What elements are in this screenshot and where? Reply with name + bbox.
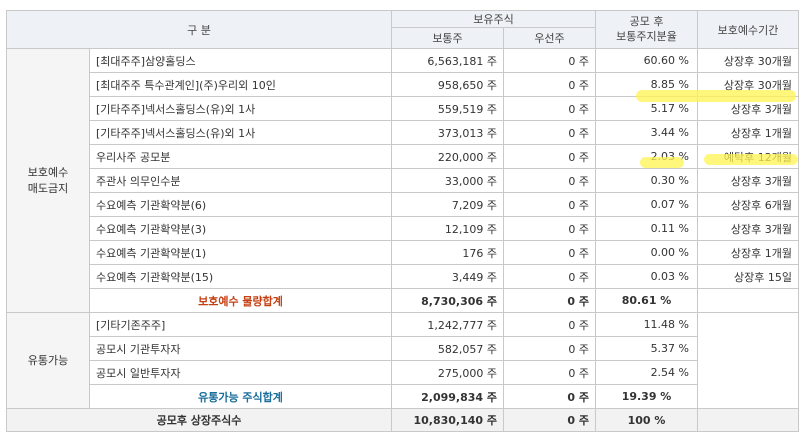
grand-total-pref: 0 주	[502, 408, 597, 432]
row-common: 7,209 주	[391, 192, 504, 217]
group-locked: 보호예수 매도금지	[6, 48, 90, 313]
table-row: [기타주주]넥서스홀딩스(유)외 1사 373,013 주0 주 3.44 % 상장후…	[7, 120, 800, 145]
locked-total-row: 보호예수 물량합계 8,730,306 주0 주 80.61 %	[7, 288, 800, 313]
row-common: 3,449 주	[391, 264, 504, 289]
table-row: 보호예수 매도금지 [최대주주]삼양홀딩스 6,563,181 주0 주 60.60 …	[6, 48, 800, 313]
row-common: 33,000 주	[391, 168, 504, 193]
row-common: 958,650 주	[391, 72, 504, 97]
lockup-table: 구 분 보유주식 공모 후 보통주지분율 보호예수기간 보통주 우선주 보호예수…	[6, 10, 800, 432]
header-preferred: 우선주	[502, 27, 597, 49]
row-pref: 0 주	[502, 264, 597, 289]
row-ratio: 11.48 %	[595, 312, 699, 337]
row-common: 373,013 주	[391, 120, 504, 145]
row-common: 220,000 주	[391, 144, 504, 169]
row-pref: 0 주	[502, 336, 597, 361]
highlight-mark	[704, 154, 798, 165]
locked-total-common: 8,730,306 주	[391, 288, 504, 313]
table-row: 공모시 기관투자자 582,057 주0 주 5.37 %	[7, 336, 799, 361]
row-pref: 0 주	[502, 120, 597, 145]
table-row: 수요예측 기관확약분(15) 3,449 주0 주 0.03 % 상장후 15일	[7, 264, 800, 289]
row-common: 12,109 주	[391, 216, 504, 241]
table-row: 유통가능 [기타기존주주] 1,242,777 주0 주 11.48 %	[6, 312, 800, 409]
row-label: 수요예측 기관확약분(3)	[89, 216, 392, 241]
header-ratio: 공모 후 보통주지분율	[595, 10, 699, 49]
tradable-total-common: 2,099,834 주	[391, 384, 504, 409]
row-pref: 0 주	[502, 240, 597, 265]
row-pref: 0 주	[502, 312, 597, 337]
row-pref: 0 주	[502, 48, 597, 73]
tradable-total-row: 유통가능 주식합계 2,099,834 주0 주 19.39 %	[7, 384, 799, 409]
row-common: 1,242,777 주	[391, 312, 504, 337]
highlight-mark	[640, 157, 684, 168]
row-pref: 0 주	[502, 72, 597, 97]
row-label: 공모시 일반투자자	[89, 360, 392, 385]
row-pref: 0 주	[502, 192, 597, 217]
table-row: 수요예측 기관확약분(6) 7,209 주0 주 0.07 % 상장후 6개월	[7, 192, 800, 217]
row-label: 우리사주 공모분	[89, 144, 392, 169]
locked-total-label: 보호예수 물량합계	[89, 288, 392, 313]
row-ratio: 5.37 %	[595, 336, 699, 361]
row-label: [최대주주]삼양홀딩스	[89, 48, 392, 73]
table-row: 수요예측 기관확약분(3) 12,109 주0 주 0.11 % 상장후 3개월	[7, 216, 800, 241]
row-period: 상장후 15일	[697, 264, 800, 289]
row-ratio: 0.07 %	[595, 192, 699, 217]
row-ratio: 2.54 %	[595, 360, 699, 385]
table-row: 수요예측 기관확약분(1) 176 주0 주 0.00 % 상장후 1개월	[7, 240, 800, 265]
header-holdings: 보유주식	[390, 10, 597, 28]
grand-total-common: 10,830,140 주	[391, 408, 504, 432]
row-pref: 0 주	[502, 216, 597, 241]
row-label: [기타주주]넥서스홀딩스(유)외 1사	[89, 120, 392, 145]
row-pref: 0 주	[502, 144, 597, 169]
row-common: 582,057 주	[391, 336, 504, 361]
row-common: 559,519 주	[391, 96, 504, 121]
row-ratio: 0.00 %	[595, 240, 699, 265]
row-label: [최대주주 특수관계인](주)우리외 10인	[89, 72, 392, 97]
row-period: 상장후 1개월	[697, 240, 800, 265]
row-pref: 0 주	[502, 360, 597, 385]
header-category: 구 분	[6, 10, 392, 49]
tradable-total-pref: 0 주	[502, 384, 597, 409]
tradable-total-label: 유통가능 주식합계	[89, 384, 392, 409]
row-label: 주관사 의무인수분	[89, 168, 392, 193]
locked-total-pref: 0 주	[502, 288, 597, 313]
row-label: 수요예측 기관확약분(1)	[89, 240, 392, 265]
row-label: [기타기존주주]	[89, 312, 392, 337]
row-period	[697, 312, 800, 409]
row-period: 상장후 30개월	[697, 48, 800, 73]
row-common: 275,000 주	[391, 360, 504, 385]
highlight-mark	[636, 90, 796, 102]
grand-total-period	[697, 408, 800, 432]
row-period: 상장후 1개월	[697, 120, 800, 145]
row-ratio: 0.30 %	[595, 168, 699, 193]
row-pref: 0 주	[502, 96, 597, 121]
row-label: 수요예측 기관확약분(15)	[89, 264, 392, 289]
row-pref: 0 주	[502, 168, 597, 193]
row-label: [기타주주]넥서스홀딩스(유)외 1사	[89, 96, 392, 121]
row-common: 176 주	[391, 240, 504, 265]
row-ratio: 3.44 %	[595, 120, 699, 145]
header-common: 보통주	[391, 27, 504, 49]
table-row: 공모시 일반투자자 275,000 주0 주 2.54 %	[7, 360, 799, 385]
grand-total-row: 공모후 상장주식수 10,830,140 주 0 주 100 %	[6, 408, 800, 432]
row-ratio: 0.11 %	[595, 216, 699, 241]
row-common: 6,563,181 주	[391, 48, 504, 73]
row-period: 상장후 3개월	[697, 216, 800, 241]
table-row: 주관사 의무인수분 33,000 주0 주 0.30 % 상장후 3개월	[7, 168, 800, 193]
row-label: 공모시 기관투자자	[89, 336, 392, 361]
locked-total-period	[697, 288, 800, 313]
tradable-total-ratio: 19.39 %	[595, 384, 699, 409]
row-ratio: 60.60 %	[595, 48, 699, 73]
grand-total-label: 공모후 상장주식수	[6, 408, 392, 432]
group-tradable: 유통가능	[6, 312, 90, 409]
grand-total-ratio: 100 %	[595, 408, 699, 432]
row-period: 상장후 6개월	[697, 192, 800, 217]
row-period: 상장후 3개월	[697, 168, 800, 193]
locked-total-ratio: 80.61 %	[595, 288, 699, 313]
header-lockup: 보호예수기간	[697, 10, 800, 49]
row-label: 수요예측 기관확약분(6)	[89, 192, 392, 217]
row-ratio: 0.03 %	[595, 264, 699, 289]
